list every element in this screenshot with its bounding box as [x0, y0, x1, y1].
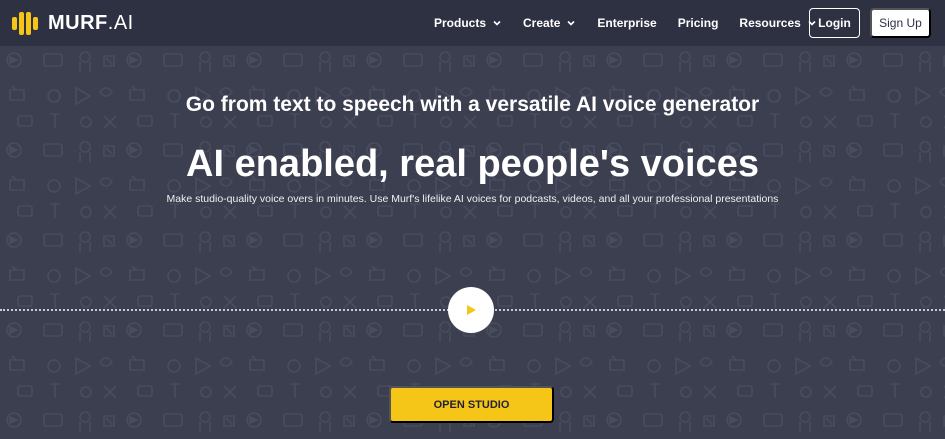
nav-item-label: Pricing — [677, 16, 719, 30]
murf-logo-icon — [12, 10, 40, 36]
brand-name: MURF.AI — [48, 12, 134, 35]
main-nav: Products Create Enterprise Pricing Resou… — [434, 0, 817, 46]
open-studio-button[interactable]: OPEN STUDIO — [389, 386, 554, 423]
hero-section: Go from text to speech with a versatile … — [0, 46, 945, 439]
login-button[interactable]: Login — [809, 8, 860, 38]
play-button[interactable] — [448, 287, 494, 333]
murf-logo[interactable]: MURF.AI — [12, 10, 134, 36]
nav-item-pricing[interactable]: Pricing — [678, 16, 719, 30]
navbar: MURF.AI Products Create Enterprise Prici… — [0, 0, 945, 46]
brand-name-bold: MURF — [48, 11, 108, 34]
chevron-down-icon — [493, 20, 501, 26]
nav-item-enterprise[interactable]: Enterprise — [597, 16, 656, 30]
nav-item-resources[interactable]: Resources — [739, 16, 816, 30]
hero-subtitle: Go from text to speech with a versatile … — [185, 93, 760, 116]
chevron-down-icon — [567, 20, 575, 26]
signup-button[interactable]: Sign Up — [870, 8, 931, 38]
nav-item-products[interactable]: Products — [434, 16, 502, 30]
nav-item-label: Resources — [739, 16, 801, 30]
nav-item-label: Enterprise — [597, 16, 657, 30]
hero-headline: AI enabled, real people's voices — [186, 143, 759, 185]
hero-description: Make studio-quality voice overs in minut… — [166, 193, 779, 205]
nav-item-label: Products — [434, 16, 487, 30]
nav-item-label: Create — [523, 16, 561, 30]
nav-item-create[interactable]: Create — [523, 16, 576, 30]
brand-name-light: .AI — [107, 11, 134, 34]
play-icon — [467, 305, 476, 315]
